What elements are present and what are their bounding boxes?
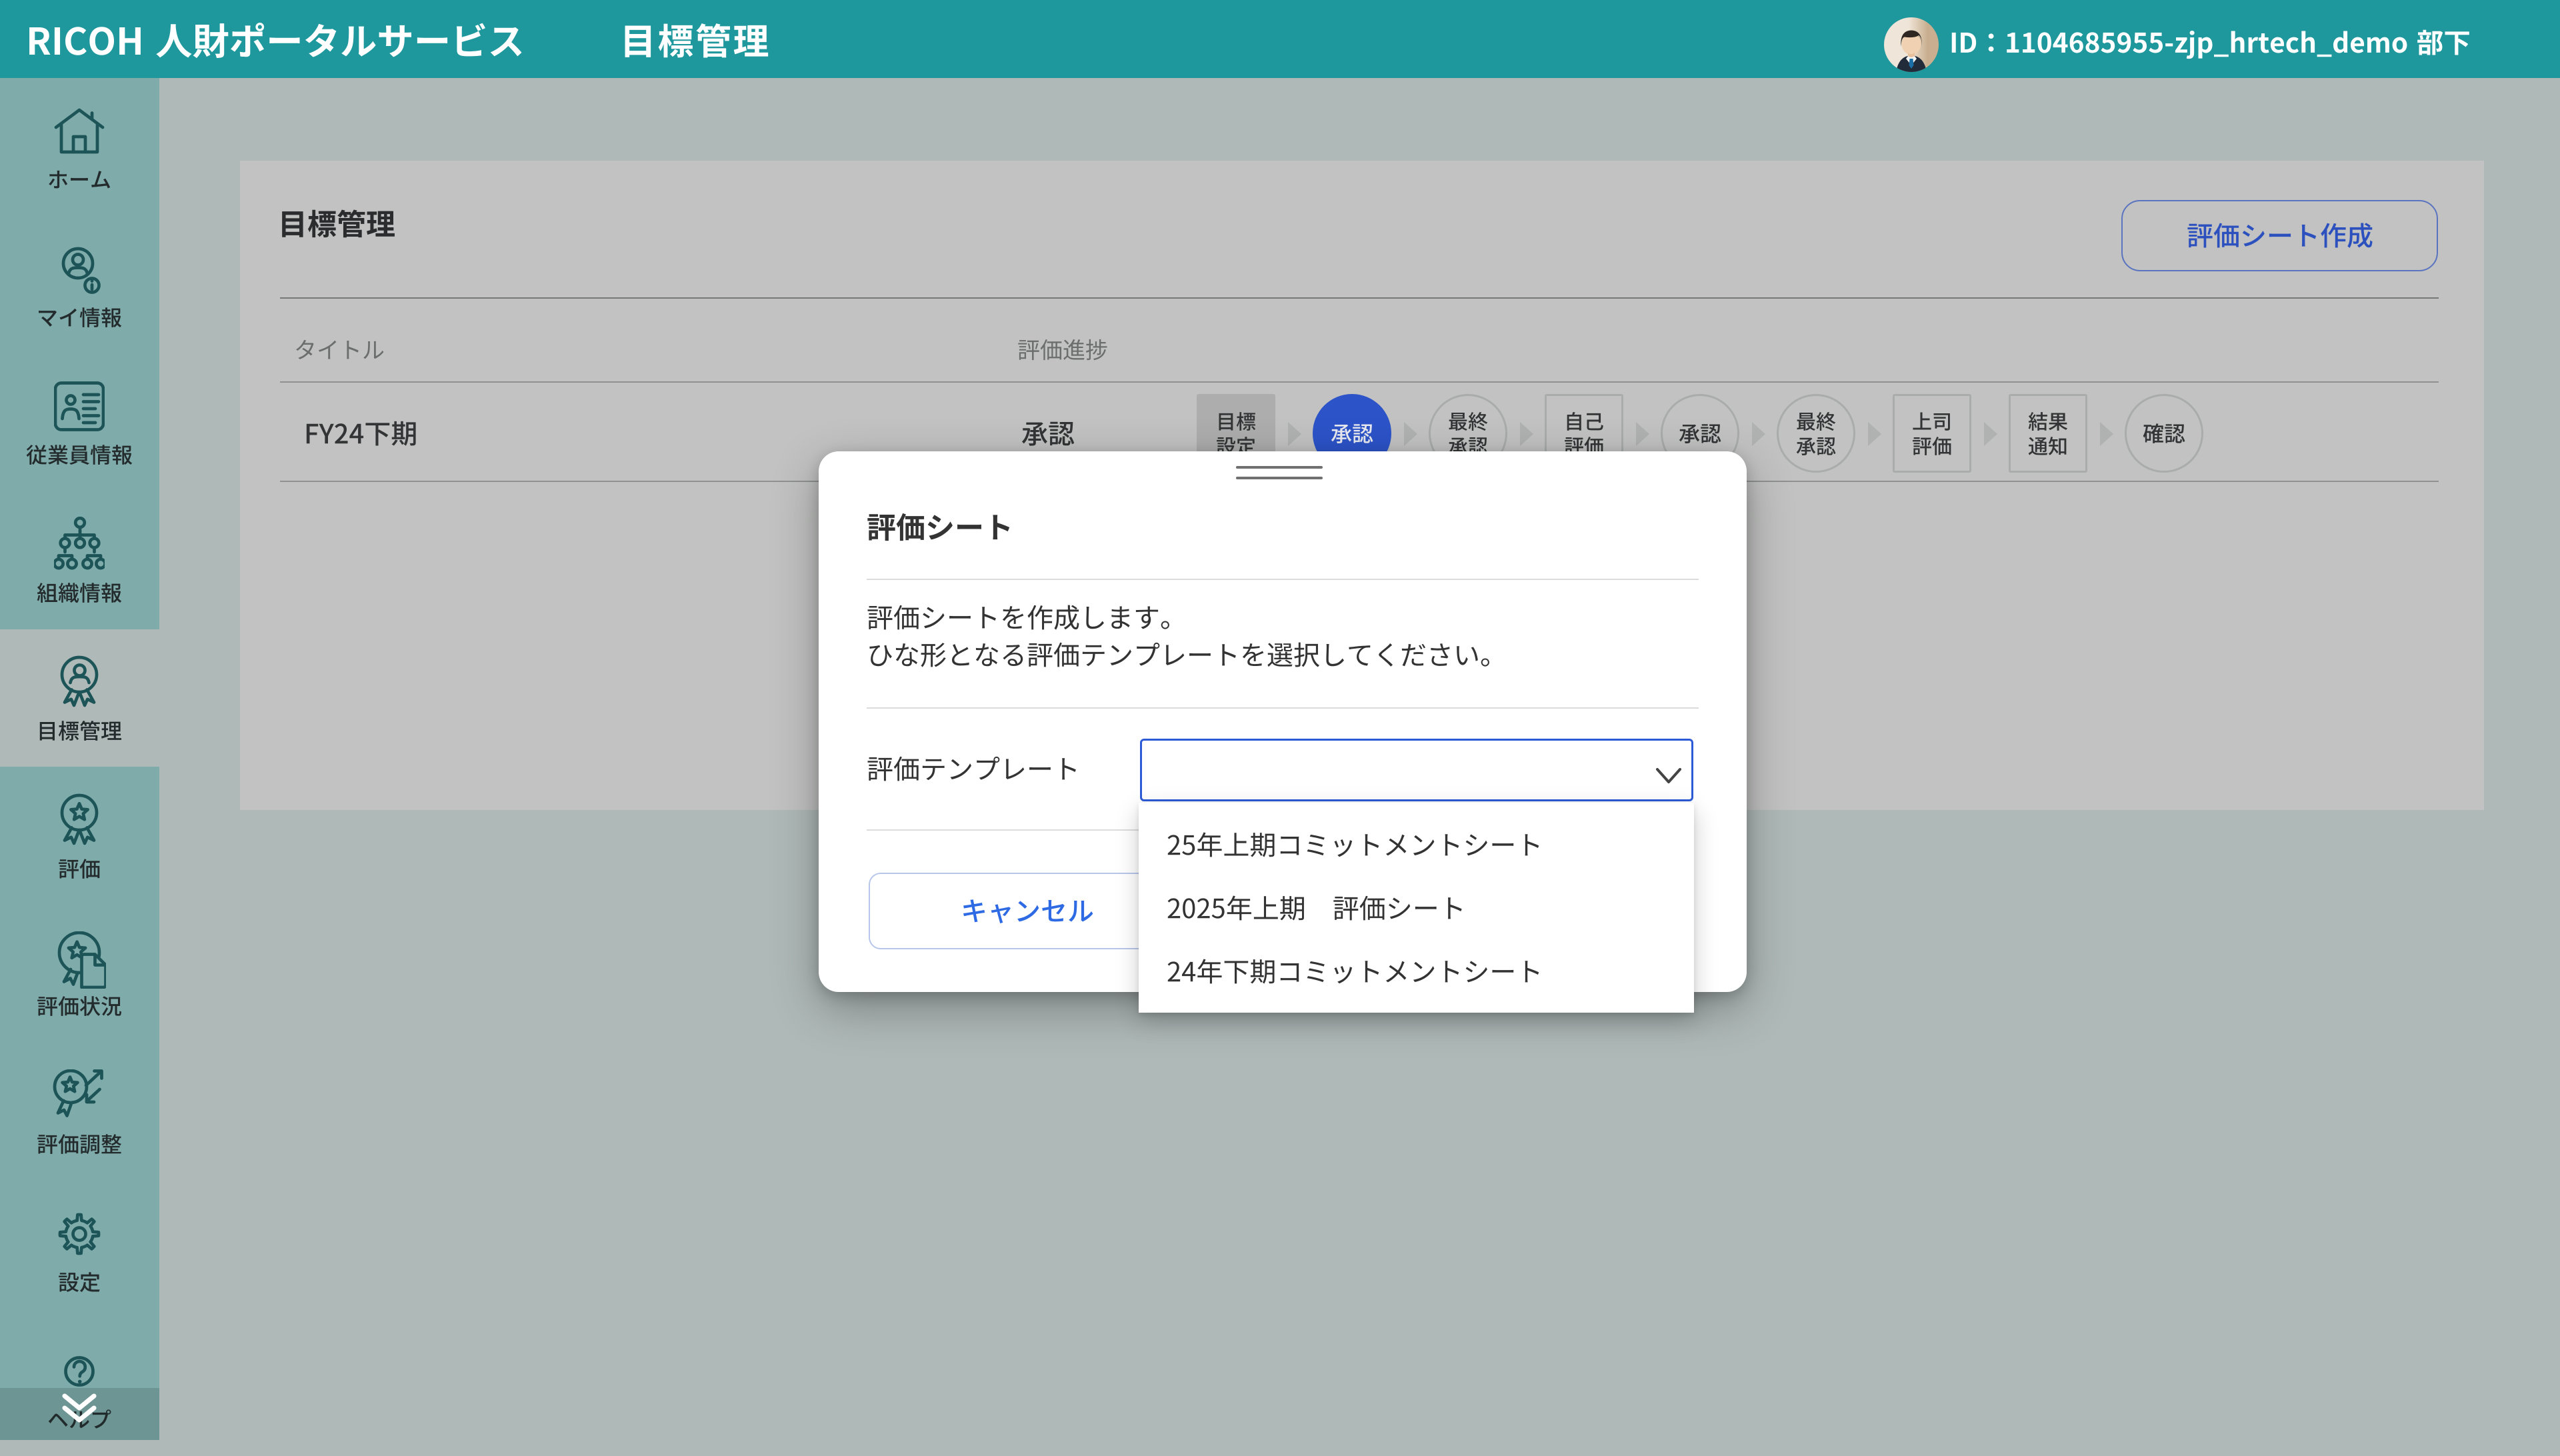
gear-icon <box>54 1209 105 1259</box>
sidebar-item-label: ホーム <box>47 166 113 193</box>
modal-drag-handle[interactable] <box>1236 477 1323 479</box>
modal-divider <box>867 707 1699 709</box>
sidebar-item-label: 評価状況 <box>37 993 123 1019</box>
sidebar-item-8[interactable] <box>0 1181 159 1319</box>
cancel-button-label: キャンセル <box>961 894 1095 927</box>
modal-divider <box>867 829 1140 831</box>
user-id-text: ID：1104685955-zjp_hrtech_demo <box>1949 25 2472 59</box>
chevron-down-icon <box>1655 767 1682 785</box>
step-arrow-icon <box>1867 421 1883 447</box>
dropdown-option[interactable]: 2025年上期 評価シート <box>1139 877 1694 940</box>
step-label <box>1331 420 1375 447</box>
template-field-label: 評価テンプレート <box>867 752 1081 785</box>
header-page-title: 目標管理 <box>620 18 772 63</box>
template-select[interactable] <box>1140 739 1693 801</box>
step-label <box>1216 409 1257 434</box>
modal-description-line1: 評価シートを作成します。 <box>867 601 1188 634</box>
divider <box>280 297 2439 299</box>
step-label <box>1564 409 1605 434</box>
sidebar-item-label: 目標管理 <box>37 717 123 744</box>
star-medal-icon <box>54 793 105 849</box>
step-label <box>1912 409 1953 434</box>
sidebar-item-7[interactable] <box>0 1043 159 1181</box>
row-status: 承認 <box>1021 417 1076 450</box>
sidebar-item-label: 評価 <box>58 855 102 882</box>
step-arrow-icon <box>2099 421 2115 447</box>
step-arrow-icon <box>1403 421 1419 447</box>
modal-divider <box>867 579 1699 580</box>
dropdown-option-label: 24年下期コミットメントシート <box>1167 955 1545 988</box>
dropdown-option-label: 2025年上期 評価シート <box>1167 891 1467 925</box>
step-label <box>2143 420 2187 447</box>
step-label <box>2028 433 2069 459</box>
step-arrow-icon <box>1983 421 1999 447</box>
step-label <box>1679 420 1723 447</box>
sidebar-item-4[interactable] <box>0 629 159 767</box>
modal-description-line2: ひな形となる評価テンプレートを選択してください。 <box>867 638 1508 671</box>
step-arrow-icon <box>1519 421 1535 447</box>
dropdown-option-label: 25年上期コミットメントシート <box>1167 828 1545 861</box>
sidebar-item-1[interactable] <box>0 216 159 354</box>
sidebar-item-label: 従業員情報 <box>26 441 134 468</box>
avatar <box>1884 17 1939 72</box>
evaluation-status-icon <box>53 931 106 989</box>
divider <box>280 381 2439 383</box>
row-title: FY24下期 <box>304 417 419 450</box>
sidebar-item-6[interactable] <box>0 905 159 1043</box>
column-header-progress: 評価進捗 <box>1017 335 1109 364</box>
sidebar-item-label: マイ情報 <box>37 304 123 331</box>
step-label <box>1448 409 1489 434</box>
evaluation-adjust-icon <box>53 1069 106 1123</box>
sidebar-item-0[interactable] <box>0 78 159 216</box>
app-header: RICOH 人財ポータルサービス 目標管理 ID：1104685955-zjp_hr… <box>0 0 2560 78</box>
page-title: 目標管理 <box>278 205 397 242</box>
sidebar-item-label: 評価調整 <box>37 1131 123 1157</box>
app-root: 目標管理タイトル評価進捗FY24下期承認 評価シート作成 目標設定承認最終承認自… <box>0 0 2560 1440</box>
sidebar-item-label: 組織情報 <box>37 579 123 606</box>
sidebar-nav: ホームマイ情報従業員情報組織情報目標管理評価評価状況評価調整設定ヘルプ <box>0 78 159 1440</box>
sidebar-item-5[interactable] <box>0 767 159 905</box>
step-label <box>1912 433 1953 459</box>
brand-title: RICOH 人財ポータルサービス <box>26 17 526 64</box>
sidebar-item-3[interactable] <box>0 491 159 629</box>
step-arrow-icon <box>1635 421 1651 447</box>
sidebar-scroll-indicator <box>0 1388 159 1440</box>
step-arrow-icon <box>1751 421 1767 447</box>
step-label <box>1796 433 1837 459</box>
home-icon <box>54 106 105 157</box>
employee-card-icon <box>54 381 105 432</box>
org-chart-icon <box>54 517 105 573</box>
dropdown-option[interactable]: 24年下期コミットメントシート <box>1139 940 1694 1003</box>
create-sheet-button-label: 評価シート作成 <box>2187 219 2375 252</box>
chevron-down-icon <box>61 1393 97 1424</box>
modal-title: 評価シート <box>867 509 1015 545</box>
sidebar-item-2[interactable] <box>0 353 159 491</box>
goal-medal-icon <box>54 655 105 711</box>
step-label <box>1796 409 1837 434</box>
step-arrow-icon <box>1287 421 1303 447</box>
dropdown-option[interactable]: 25年上期コミットメントシート <box>1139 813 1694 877</box>
column-header-title: タイトル <box>294 335 386 364</box>
modal-drag-handle[interactable] <box>1236 466 1323 469</box>
my-info-icon <box>54 244 105 295</box>
step-label <box>2028 409 2069 434</box>
sidebar-item-label: 設定 <box>58 1269 102 1295</box>
